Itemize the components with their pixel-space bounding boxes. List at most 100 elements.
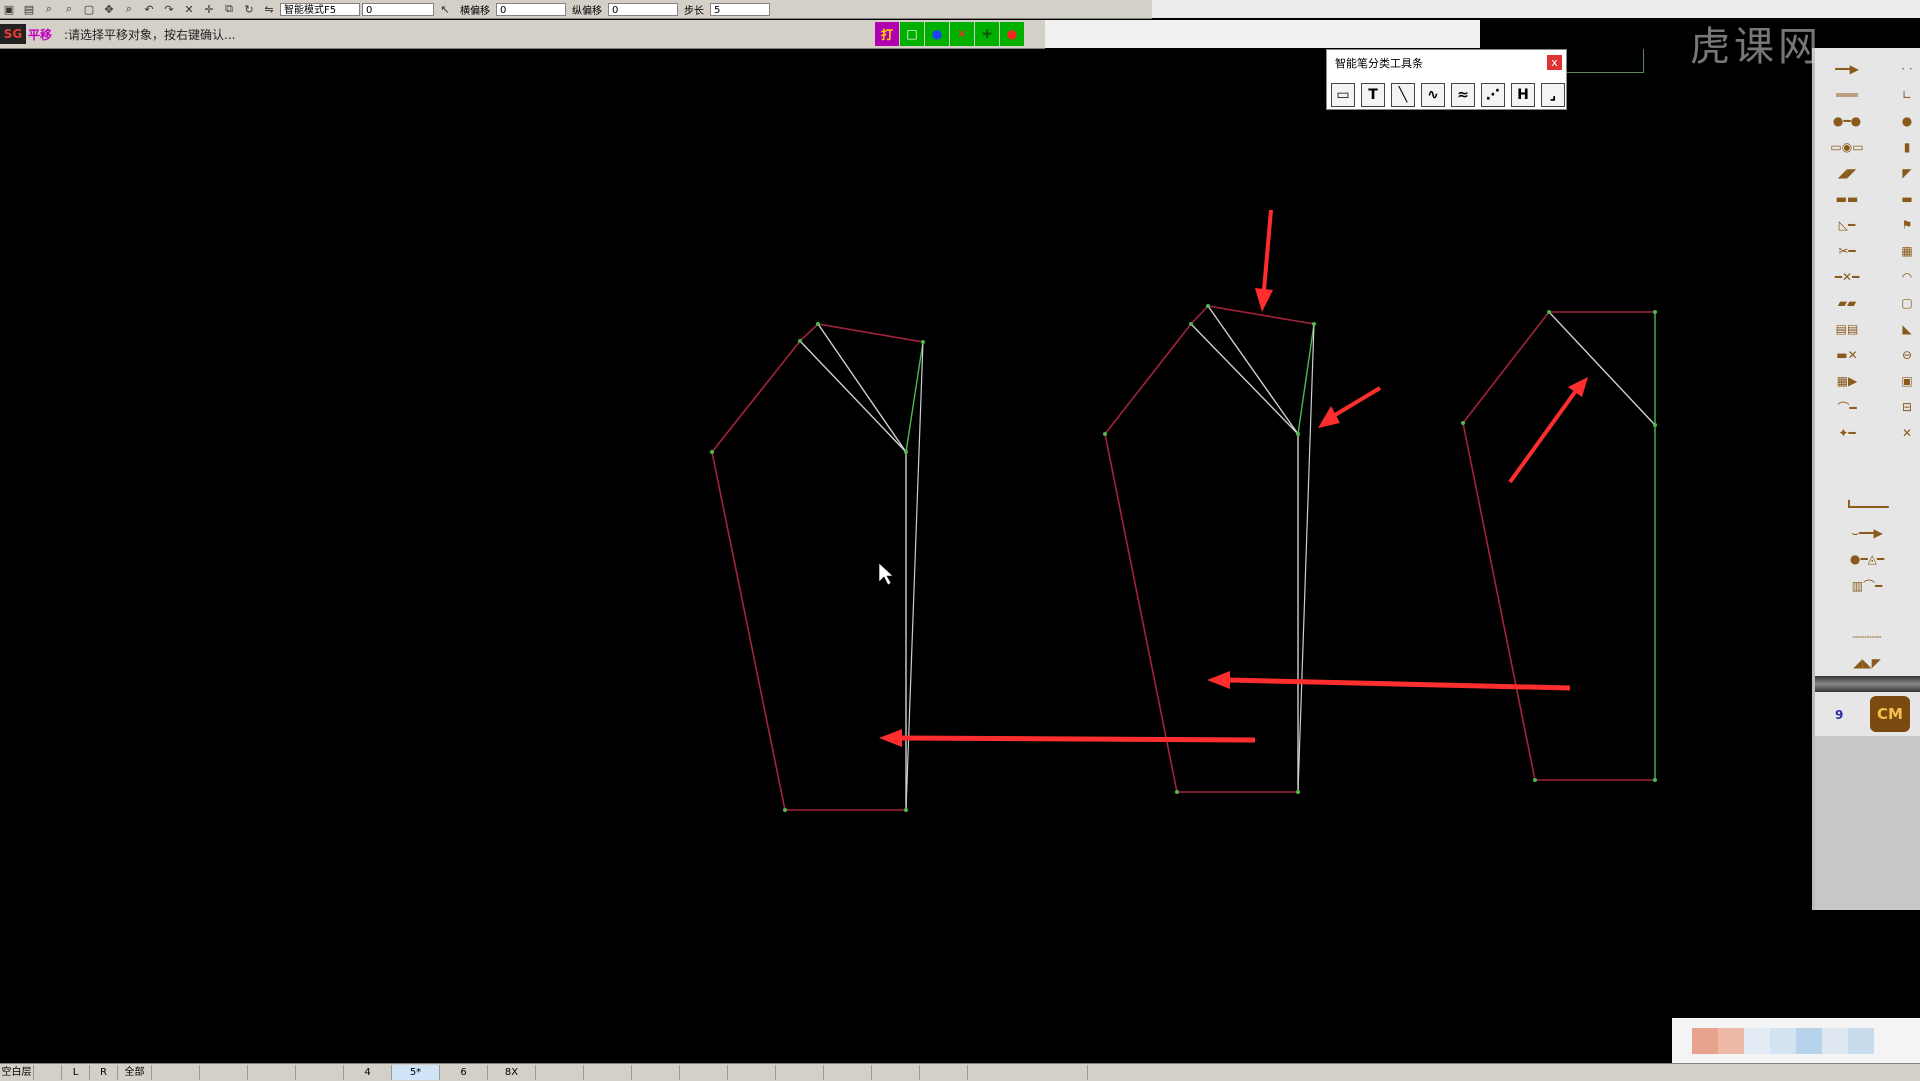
cross-delete-tool-icon[interactable]: ▬✕ [1817, 348, 1877, 362]
delete-icon[interactable]: ✕ [180, 2, 198, 16]
status-cell[interactable] [248, 1065, 296, 1080]
snap-square-icon[interactable]: □ [900, 22, 924, 46]
status-cell[interactable] [536, 1065, 584, 1080]
mode-select[interactable]: 智能模式F5 [280, 2, 360, 16]
x-tool-icon[interactable]: ✕ [1877, 426, 1920, 440]
status-cell[interactable] [584, 1065, 632, 1080]
snap-dot-icon[interactable]: ● [925, 22, 949, 46]
zoom-in-icon[interactable]: ⌕ [40, 2, 58, 16]
pan-icon[interactable]: ✥ [100, 2, 118, 16]
curve-shape-tool-icon[interactable]: ⌒━ [1817, 400, 1877, 415]
status-cell[interactable]: 6 [440, 1065, 488, 1080]
line-tool-icon[interactable]: ═══ [1817, 88, 1877, 102]
slope-tool-icon[interactable]: ◣ [1877, 322, 1920, 336]
save-icon[interactable]: ▣ [0, 2, 18, 16]
yellow-box-tool-icon[interactable]: ▣ [1877, 374, 1920, 388]
status-cell[interactable]: R [90, 1065, 118, 1080]
circle-tool-icon[interactable]: ⊖ [1877, 348, 1920, 362]
status-cell[interactable]: 8X [488, 1065, 536, 1080]
zoom-window-icon[interactable]: ▢ [80, 2, 98, 16]
box-tool-icon[interactable]: ▢ [1877, 296, 1920, 310]
line-tool-icon[interactable]: ╲ [1391, 83, 1415, 107]
mode-value-input[interactable]: 0 [362, 2, 434, 16]
curve-tool-icon[interactable]: ∿ [1421, 83, 1445, 107]
center-extension [1297, 323, 1315, 793]
cut-line-tool-icon[interactable]: ━✕━ [1817, 270, 1877, 284]
arc-tool-icon[interactable]: ◠ [1877, 270, 1920, 284]
measure-tool-icon[interactable]: ▭◉▭ [1817, 140, 1877, 154]
angle-line-tool-icon[interactable]: ◺━ [1817, 218, 1877, 232]
snap-point-icon[interactable]: ✚ [975, 22, 999, 46]
status-cell[interactable] [680, 1065, 728, 1080]
status-cell[interactable]: 4 [344, 1065, 392, 1080]
flag-tool-icon[interactable]: ⚑ [1877, 218, 1920, 232]
snap-red-dot-icon[interactable]: ● [1000, 22, 1024, 46]
snap-cross-icon[interactable]: ✕ [950, 22, 974, 46]
cm-unit-button[interactable]: CM [1870, 696, 1910, 732]
bar-tool-icon[interactable]: ▬▬ [1817, 192, 1877, 206]
mirror-icon[interactable]: ⇋ [260, 2, 278, 16]
copy-icon[interactable]: ⧉ [220, 2, 238, 16]
dot-tool-icon[interactable]: · · [1877, 62, 1920, 76]
pen-draw-tool-icon[interactable]: ⌣━━▶ [1817, 526, 1917, 540]
dashed-line-tool-icon[interactable]: ┄┄┄┄ [1817, 630, 1917, 644]
status-cell[interactable] [34, 1065, 62, 1080]
status-cell[interactable]: 全部 [118, 1065, 152, 1080]
zoom-all-icon[interactable]: ⌕ [120, 2, 138, 16]
corner-tool-icon[interactable]: ⌟ [1541, 83, 1565, 107]
text-tool-icon[interactable]: T [1361, 83, 1385, 107]
status-cell[interactable] [728, 1065, 776, 1080]
pattern-piece-2[interactable] [1104, 305, 1315, 793]
vertical-offset-input[interactable]: 0 [608, 2, 678, 16]
status-cell[interactable]: 5* [392, 1065, 440, 1080]
move-icon[interactable]: ✛ [200, 2, 218, 16]
undo-icon[interactable]: ↶ [140, 2, 158, 16]
open-icon[interactable]: ▤ [20, 2, 38, 16]
minus-tool-icon[interactable]: ⊟ [1877, 400, 1920, 414]
status-cell[interactable] [632, 1065, 680, 1080]
rotate-icon[interactable]: ↻ [240, 2, 258, 16]
status-cell[interactable]: 空白层 [0, 1065, 34, 1080]
zoom-out-icon[interactable]: ⌕ [60, 2, 78, 16]
block-tool-icon[interactable]: ▮ [1877, 140, 1920, 154]
status-cell[interactable] [968, 1065, 1088, 1080]
flag-line-tool-icon[interactable]: ▦▶ [1817, 374, 1877, 388]
redo-icon[interactable]: ↷ [160, 2, 178, 16]
point-tool-icon[interactable]: ●━● [1817, 114, 1877, 128]
point-small-tool-icon[interactable]: ● [1877, 114, 1920, 128]
grid-tool-icon[interactable]: ▦ [1877, 244, 1920, 258]
wave-tool-icon[interactable]: ≈ [1451, 83, 1475, 107]
status-cell[interactable] [920, 1065, 968, 1080]
pencil-tool-icon[interactable]: ━━▶ [1817, 62, 1877, 76]
grid-curve-tool-icon[interactable]: ▥⌒━ [1817, 578, 1917, 593]
pleat-tool-icon[interactable]: ▤▤ [1817, 322, 1877, 336]
wedge-small-tool-icon[interactable]: ◤ [1877, 166, 1920, 180]
tri-shape-tool-icon[interactable]: ◢◣◤ [1817, 656, 1917, 670]
status-cell[interactable] [776, 1065, 824, 1080]
drag-tool-icon[interactable]: ✦━ [1817, 426, 1877, 440]
drawing-canvas[interactable] [0, 48, 1812, 1016]
status-cell[interactable] [152, 1065, 200, 1080]
triangle-tool-icon[interactable]: ●━◬━ [1817, 552, 1917, 566]
scissors-tool-icon[interactable]: ✂━ [1817, 244, 1877, 258]
angle-tool-icon[interactable]: ∟ [1877, 88, 1920, 102]
pattern-piece-3[interactable] [1462, 311, 1656, 781]
cursor-icon[interactable]: ↖ [436, 2, 454, 16]
fold-tool-icon[interactable]: ▰▰ [1817, 296, 1877, 310]
bar-small-tool-icon[interactable]: ▬ [1877, 192, 1920, 206]
snap-text-icon[interactable]: 打 [875, 22, 899, 46]
status-cell[interactable] [200, 1065, 248, 1080]
step-input[interactable]: 5 [710, 2, 770, 16]
status-cell[interactable] [872, 1065, 920, 1080]
point-tool-icon[interactable]: ⋰ [1481, 83, 1505, 107]
dart-leg [1207, 305, 1299, 435]
status-cell[interactable] [296, 1065, 344, 1080]
h-tool-icon[interactable]: H [1511, 83, 1535, 107]
status-cell[interactable] [824, 1065, 872, 1080]
close-button[interactable]: x [1547, 55, 1562, 70]
horizontal-offset-input[interactable]: 0 [496, 2, 566, 16]
wedge-tool-icon[interactable]: ◢◤ [1817, 166, 1877, 180]
status-cell[interactable]: L [62, 1065, 90, 1080]
ruler-tool-icon[interactable]: ┗━━━━━ [1817, 500, 1917, 514]
rectangle-tool-icon[interactable]: ▭ [1331, 83, 1355, 107]
